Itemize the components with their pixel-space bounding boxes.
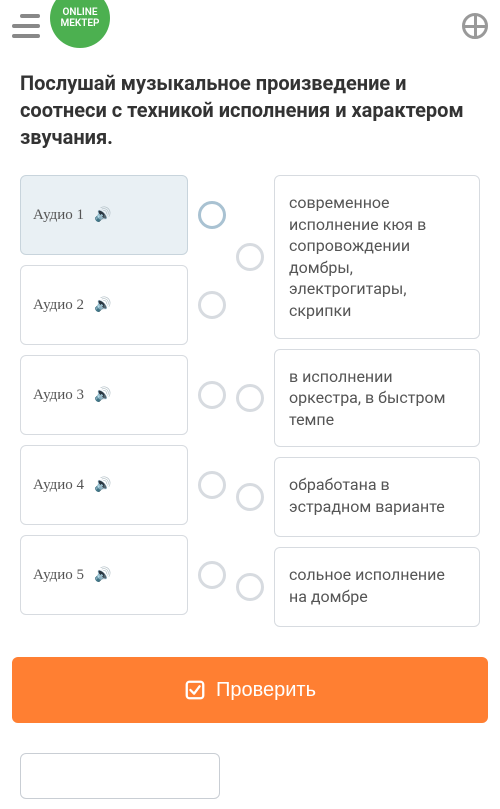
audio-option-3[interactable]: Аудио 3 🔊 [20, 355, 188, 435]
audio-option-5[interactable]: Аудио 5 🔊 [20, 535, 188, 615]
answer-text: сольное исполнение на домбре [289, 564, 465, 607]
audio-label: Аудио 1 [33, 207, 84, 224]
connector-dot[interactable] [236, 573, 264, 601]
globe-icon[interactable] [462, 13, 488, 39]
connector-dot[interactable] [198, 381, 226, 409]
audio-option-2[interactable]: Аудио 2 🔊 [20, 265, 188, 345]
connector-dot[interactable] [236, 384, 264, 412]
main-content: Послушай музыкальное произведение и соот… [0, 52, 500, 627]
answer-options-column: современное исполнение кюя в сопровожден… [236, 175, 480, 627]
answer-text: в исполнении оркестра, в быстром темпе [289, 366, 465, 431]
logo-badge[interactable]: ONLINE MEKTEP [50, 0, 110, 48]
connector-dot[interactable] [198, 291, 226, 319]
sound-icon: 🔊 [94, 387, 111, 403]
audio-options-column: Аудио 1 🔊 Аудио 2 🔊 Аудио 3 🔊 Аудио 4 🔊 … [20, 175, 188, 615]
check-button-label: Проверить [216, 679, 316, 702]
menu-icon[interactable] [12, 14, 40, 38]
connector-dot[interactable] [236, 483, 264, 511]
connector-dot[interactable] [236, 243, 264, 271]
audio-label: Аудио 3 [33, 387, 84, 404]
sound-icon: 🔊 [94, 207, 111, 223]
matching-area: Аудио 1 🔊 Аудио 2 🔊 Аудио 3 🔊 Аудио 4 🔊 … [20, 175, 480, 627]
logo-text-bottom: MEKTEP [61, 18, 100, 29]
audio-label: Аудио 5 [33, 567, 84, 584]
connector-dot[interactable] [198, 201, 226, 229]
question-prompt: Послушай музыкальное произведение и соот… [20, 70, 480, 151]
secondary-button[interactable] [20, 753, 220, 799]
left-connector-dots [198, 175, 226, 589]
answer-option-1[interactable]: современное исполнение кюя в сопровожден… [274, 175, 480, 339]
answer-option-3[interactable]: обработана в эстрадном варианте [274, 457, 480, 537]
answer-option-2[interactable]: в исполнении оркестра, в быстром темпе [274, 349, 480, 448]
sound-icon: 🔊 [94, 477, 111, 493]
check-button[interactable]: Проверить [12, 657, 488, 723]
answer-text: современное исполнение кюя в сопровожден… [289, 192, 465, 322]
app-header: ONLINE MEKTEP [0, 0, 500, 52]
audio-option-1[interactable]: Аудио 1 🔊 [20, 175, 188, 255]
connector-dot[interactable] [198, 561, 226, 589]
audio-label: Аудио 2 [33, 297, 84, 314]
connector-dot[interactable] [198, 471, 226, 499]
sound-icon: 🔊 [94, 297, 111, 313]
audio-label: Аудио 4 [33, 477, 84, 494]
audio-option-4[interactable]: Аудио 4 🔊 [20, 445, 188, 525]
answer-option-4[interactable]: сольное исполнение на домбре [274, 547, 480, 627]
check-icon [184, 679, 206, 701]
logo-text-top: ONLINE [63, 7, 98, 18]
sound-icon: 🔊 [94, 567, 111, 583]
answer-text: обработана в эстрадном варианте [289, 474, 465, 517]
